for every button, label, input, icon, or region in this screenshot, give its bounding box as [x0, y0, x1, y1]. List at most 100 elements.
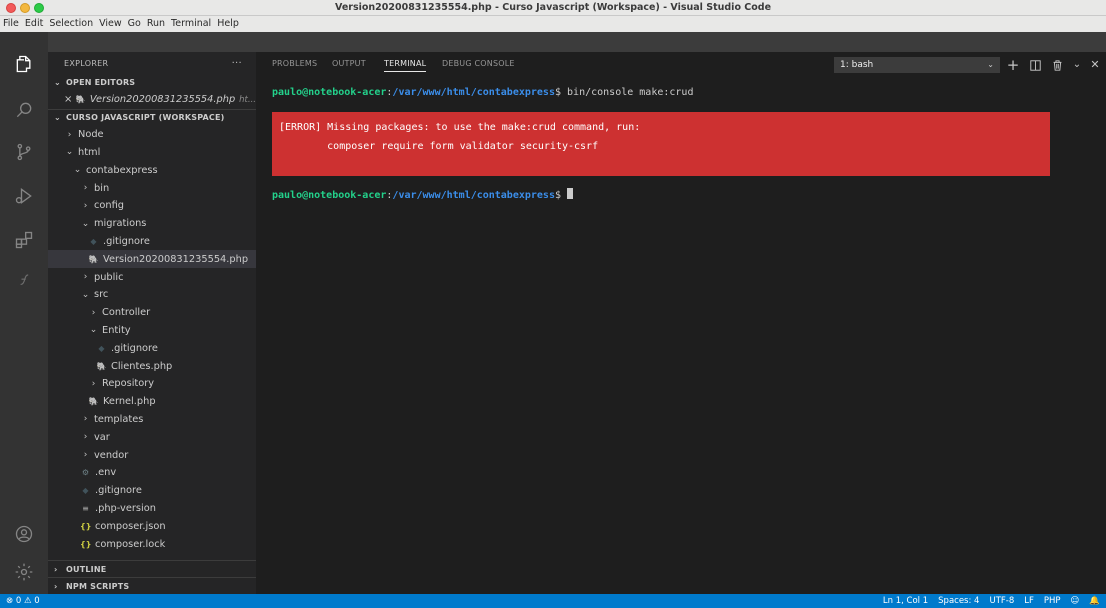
tree-item-label: vendor: [94, 449, 129, 461]
php-file-icon: 🐘: [75, 95, 86, 105]
npm-scripts-header[interactable]: › NPM SCRIPTS: [48, 577, 256, 594]
chevron-right-icon: ›: [54, 581, 58, 591]
problems-status[interactable]: ⊗ 0 ⚠ 0: [6, 594, 40, 608]
tree-item[interactable]: 🐘 Version20200831235554.php: [48, 250, 256, 269]
tree-item[interactable]: ◆ .gitignore: [48, 339, 256, 357]
json-file-icon: {}: [80, 539, 92, 549]
symfony-icon[interactable]: [12, 268, 36, 292]
tree-item[interactable]: ⌄ contabexpress: [48, 161, 256, 179]
chevron-down-icon: ⌄: [54, 113, 61, 123]
error-line: [ERROR] Missing packages: to use the mak…: [279, 122, 641, 133]
tree-item[interactable]: › templates: [48, 411, 256, 429]
tree-item-label: var: [94, 431, 110, 443]
run-debug-icon[interactable]: [12, 184, 36, 208]
terminal-select[interactable]: 1: bash ⌄: [834, 57, 1000, 73]
tree-item[interactable]: ⌄ html: [48, 144, 256, 162]
source-control-icon[interactable]: [12, 140, 36, 164]
php-file-icon: 🐘: [96, 361, 107, 371]
git-file-icon: ◆: [90, 236, 97, 246]
menu-file[interactable]: File: [3, 16, 19, 32]
tree-item[interactable]: › Node: [48, 126, 256, 144]
encoding[interactable]: UTF-8: [989, 594, 1014, 608]
cursor-position[interactable]: Ln 1, Col 1: [883, 594, 928, 608]
tree-item[interactable]: ⌄ src: [48, 286, 256, 304]
manage-gear-icon[interactable]: [12, 560, 36, 584]
menu-run[interactable]: Run: [147, 16, 165, 32]
tree-item-label: .gitignore: [95, 485, 142, 497]
tab-problems[interactable]: PROBLEMS: [272, 58, 317, 70]
tab-output[interactable]: OUTPUT: [332, 58, 366, 70]
tab-debug-console[interactable]: DEBUG CONSOLE: [442, 58, 515, 70]
sidebar-header: EXPLORER ···: [48, 52, 256, 74]
warning-icon: ⚠: [23, 596, 32, 606]
menu-help[interactable]: Help: [217, 16, 239, 32]
git-file-icon: ◆: [98, 343, 105, 353]
error-line: composer require form validator security…: [279, 141, 599, 152]
tree-item[interactable]: ◆ .gitignore: [48, 233, 256, 251]
search-icon[interactable]: [12, 98, 36, 122]
error-message-box: [ERROR] Missing packages: to use the mak…: [272, 112, 1050, 176]
explorer-icon[interactable]: [12, 52, 36, 76]
notifications-icon[interactable]: 🔔: [1089, 594, 1100, 608]
tree-item[interactable]: ⌄ migrations: [48, 215, 256, 233]
chevron-down-icon: ⌄: [81, 218, 90, 229]
activity-bar: [0, 52, 48, 594]
chevron-right-icon: ›: [83, 200, 88, 211]
end-of-line[interactable]: LF: [1024, 594, 1034, 608]
tree-item-label: contabexpress: [86, 164, 158, 176]
menu-terminal[interactable]: Terminal: [171, 16, 211, 32]
chevron-right-icon: ›: [83, 450, 88, 461]
indentation[interactable]: Spaces: 4: [938, 594, 979, 608]
terminal-line-command: paulo@notebook-acer:/var/www/html/contab…: [272, 87, 694, 98]
menu-go[interactable]: Go: [128, 16, 141, 32]
feedback-icon[interactable]: ☺: [1071, 594, 1080, 608]
close-panel-icon[interactable]: ✕: [1088, 57, 1102, 73]
chevron-right-icon: ›: [83, 272, 88, 283]
terminal-panel: PROBLEMS OUTPUT TERMINAL DEBUG CONSOLE 1…: [256, 52, 1106, 594]
menu-view[interactable]: View: [99, 16, 122, 32]
tree-item[interactable]: › var: [48, 428, 256, 446]
terminal-output[interactable]: paulo@notebook-acer:/var/www/html/contab…: [272, 86, 1098, 202]
account-icon[interactable]: [12, 522, 36, 546]
tree-item[interactable]: › bin: [48, 179, 256, 197]
new-terminal-icon[interactable]: +: [1006, 57, 1020, 73]
language-mode[interactable]: PHP: [1044, 594, 1061, 608]
php-file-icon: 🐘: [88, 397, 99, 407]
tree-item[interactable]: › Controller: [48, 304, 256, 322]
tree-item-label: public: [94, 271, 124, 283]
close-editor-icon[interactable]: ×: [64, 94, 73, 105]
split-terminal-icon[interactable]: [1028, 57, 1042, 73]
json-file-icon: {}: [80, 521, 92, 531]
outline-header[interactable]: › OUTLINE: [48, 560, 256, 577]
tree-item-label: migrations: [94, 218, 147, 230]
tree-item[interactable]: ⌄ Entity: [48, 322, 256, 340]
tree-item[interactable]: › config: [48, 197, 256, 215]
menu-bar: File Edit Selection View Go Run Terminal…: [0, 16, 1106, 32]
tree-item[interactable]: ◆ .gitignore: [48, 482, 256, 500]
error-icon: ⊗: [6, 596, 14, 606]
tree-item[interactable]: › Repository: [48, 375, 256, 393]
tree-item[interactable]: {} composer.lock: [48, 535, 256, 553]
tree-item[interactable]: 🐘 Kernel.php: [48, 393, 256, 411]
kill-terminal-icon[interactable]: [1050, 57, 1064, 73]
tree-item[interactable]: › public: [48, 268, 256, 286]
tree-item[interactable]: {} composer.json: [48, 517, 256, 535]
chevron-right-icon: ›: [91, 378, 96, 389]
chevron-down-icon: ⌄: [987, 60, 994, 69]
tree-item[interactable]: › vendor: [48, 446, 256, 464]
open-editor-item[interactable]: × 🐘 Version20200831235554.php ht...: [48, 91, 256, 109]
maximize-panel-icon[interactable]: ⌄: [1070, 57, 1084, 73]
tab-terminal[interactable]: TERMINAL: [384, 58, 427, 72]
menu-edit[interactable]: Edit: [25, 16, 43, 32]
tree-item-label: Kernel.php: [103, 396, 156, 408]
tree-item-label: .gitignore: [103, 235, 150, 247]
more-actions-button[interactable]: ···: [232, 58, 242, 69]
tree-item[interactable]: ≡ .php-version: [48, 500, 256, 518]
extensions-icon[interactable]: [12, 228, 36, 252]
tree-item[interactable]: ⚙ .env: [48, 464, 256, 482]
open-editors-header[interactable]: ⌄ OPEN EDITORS: [48, 74, 256, 91]
tree-item[interactable]: 🐘 Clientes.php: [48, 357, 256, 375]
tree-item-label: src: [94, 289, 109, 301]
menu-selection[interactable]: Selection: [49, 16, 93, 32]
workspace-header[interactable]: ⌄ CURSO JAVASCRIPT (WORKSPACE): [48, 108, 256, 126]
